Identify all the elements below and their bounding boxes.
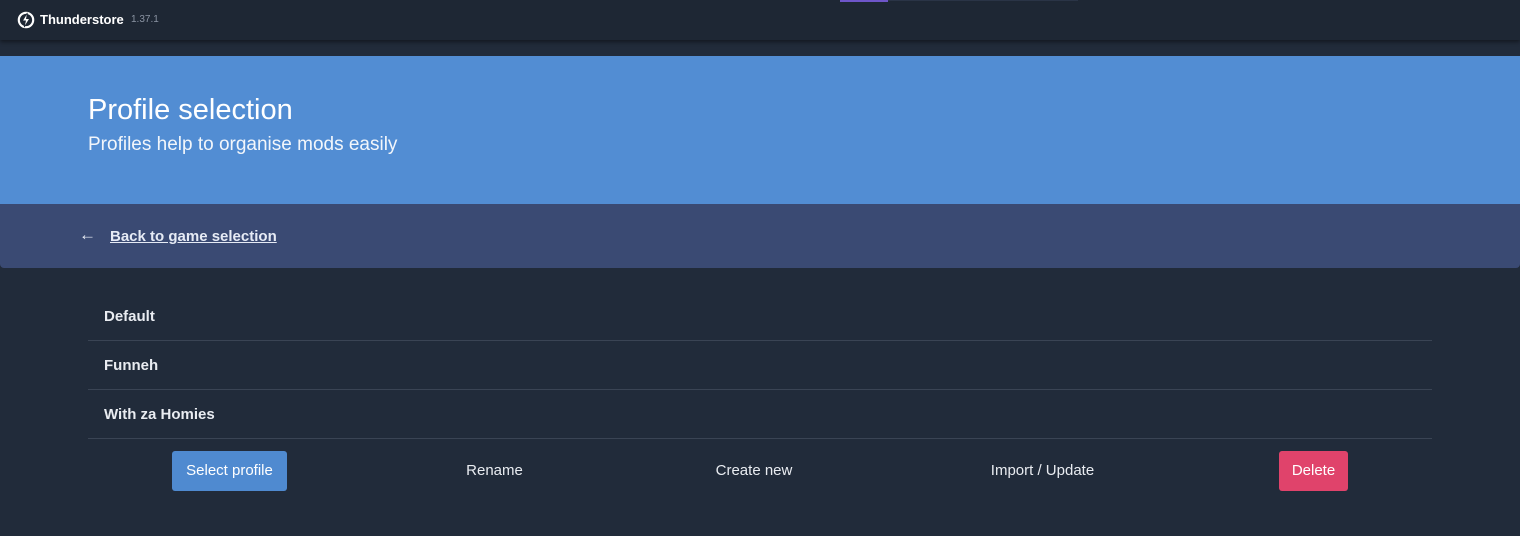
delete-button[interactable]: Delete — [1279, 451, 1348, 491]
page-subtitle: Profiles help to organise mods easily — [88, 134, 398, 155]
rename-button[interactable]: Rename — [446, 451, 543, 491]
profile-list: Default Funneh With za Homies — [88, 292, 1432, 439]
back-navigation-bar: ← Back to game selection — [0, 204, 1520, 268]
import-update-button[interactable]: Import / Update — [970, 451, 1115, 491]
hero-banner: Profile selection Profiles help to organ… — [0, 56, 1520, 204]
page-title: Profile selection — [88, 94, 293, 126]
back-arrow-icon[interactable]: ← — [79, 225, 96, 245]
profile-item-default[interactable]: Default — [88, 292, 1432, 341]
profile-item-with-za-homies[interactable]: With za Homies — [88, 390, 1432, 439]
back-to-game-selection-link[interactable]: Back to game selection — [110, 228, 277, 245]
create-new-button[interactable]: Create new — [699, 451, 809, 491]
profile-item-funneh[interactable]: Funneh — [88, 341, 1432, 390]
tab-strip-divider — [888, 0, 1078, 1]
select-profile-button[interactable]: Select profile — [172, 451, 287, 491]
active-tab-indicator — [840, 0, 888, 2]
app-name: Thunderstore — [40, 12, 124, 27]
app-version: 1.37.1 — [131, 14, 159, 25]
thunderstore-logo-icon — [17, 11, 35, 29]
title-bar: Thunderstore 1.37.1 — [0, 0, 1520, 40]
profile-actions: Select profile Rename Create new Import … — [88, 451, 1432, 491]
